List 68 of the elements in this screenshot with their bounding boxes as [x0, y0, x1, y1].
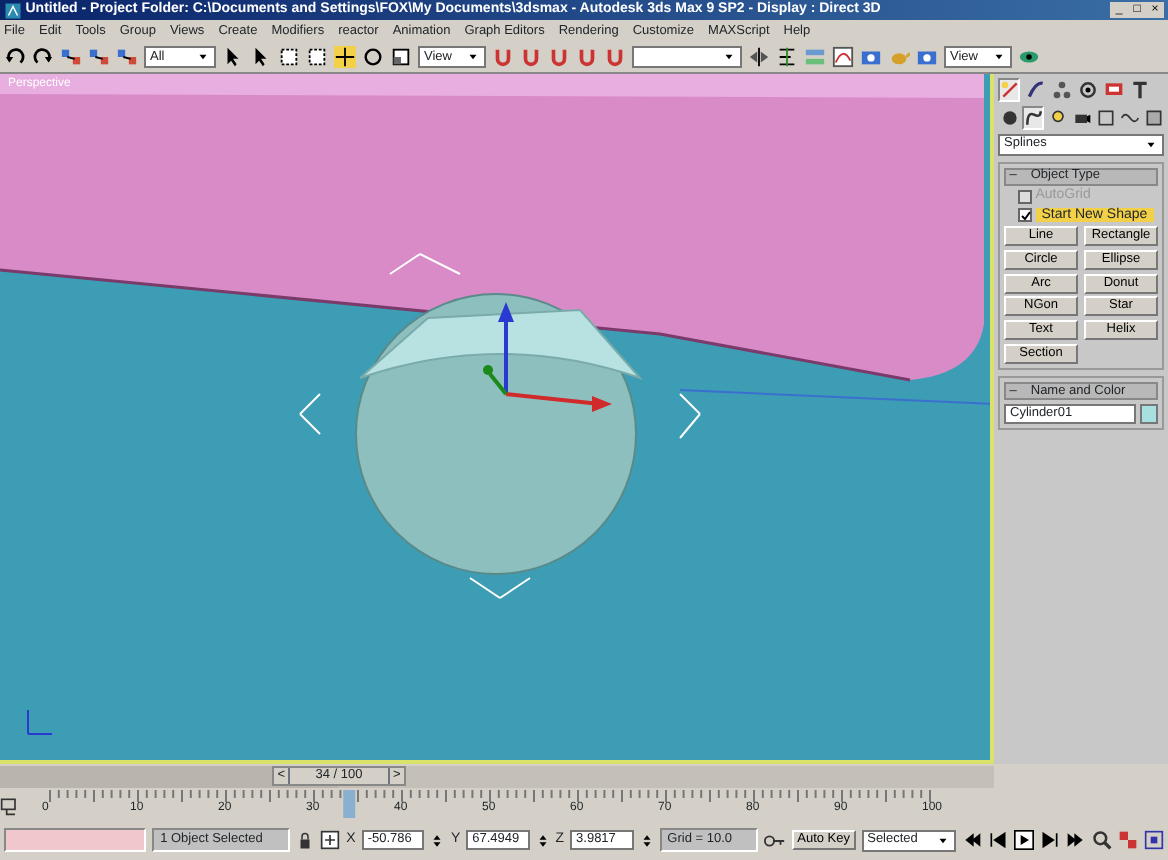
modify-icon	[1025, 80, 1045, 100]
snap-icon[interactable]	[576, 46, 598, 68]
rotate-icon[interactable]	[362, 46, 384, 68]
create-tab[interactable]	[998, 78, 1020, 102]
geometry-tab[interactable]	[998, 105, 1020, 130]
curve-editor-icon[interactable]	[832, 46, 854, 68]
lock-icon[interactable]	[296, 831, 315, 849]
next-frame-icon[interactable]	[1040, 830, 1060, 850]
caret-icon	[466, 50, 480, 64]
hierarchy-tab[interactable]	[1050, 78, 1072, 102]
previous-frame-icon[interactable]	[988, 830, 1008, 850]
track-bar-icon[interactable]	[0, 795, 20, 815]
snap-icon[interactable]	[492, 46, 514, 68]
helpers-tab[interactable]	[1094, 105, 1116, 130]
zoom-icon[interactable]	[1092, 830, 1112, 850]
move-icon[interactable]	[334, 46, 356, 68]
lights-icon	[1047, 107, 1067, 128]
named-selection-field[interactable]	[632, 46, 742, 68]
utilities-tab[interactable]	[1128, 78, 1150, 102]
maxscript-listener-field[interactable]	[4, 828, 147, 852]
mirror-icon[interactable]	[748, 46, 770, 68]
link-icon[interactable]	[88, 46, 110, 68]
redo-icon[interactable]	[32, 46, 54, 68]
modify-tab[interactable]	[1024, 78, 1046, 102]
systems-icon	[1143, 107, 1163, 128]
utilities-icon	[1129, 80, 1149, 100]
spinner-icon[interactable]	[535, 833, 550, 847]
timeline-ruler[interactable]	[49, 790, 931, 803]
link-icon[interactable]	[116, 46, 138, 68]
snap-icon[interactable]	[604, 46, 626, 68]
link-icon[interactable]	[60, 46, 82, 68]
axis-tripod-icon	[27, 709, 53, 735]
caret-icon	[1144, 137, 1158, 151]
caret-icon	[936, 833, 950, 847]
snap-icon[interactable]	[548, 46, 570, 68]
align-icon[interactable]	[776, 46, 798, 68]
create-icon	[999, 80, 1019, 100]
caret-icon	[722, 50, 736, 64]
color-swatch[interactable]	[1140, 403, 1158, 424]
hierarchy-icon	[1051, 80, 1071, 100]
scale-icon[interactable]	[390, 46, 412, 68]
go-to-end-icon[interactable]	[1066, 830, 1086, 850]
snap-icon[interactable]	[520, 46, 542, 68]
shapes-tab[interactable]	[1022, 105, 1044, 130]
go-to-start-icon[interactable]	[962, 830, 982, 850]
zoom-extents-icon[interactable]	[1144, 830, 1164, 850]
geometry-icon	[999, 107, 1019, 128]
helpers-icon	[1095, 107, 1115, 128]
shapes-icon	[1023, 107, 1043, 128]
motion-icon	[1077, 80, 1097, 100]
play-icon[interactable]	[1014, 830, 1034, 850]
cursor-icon[interactable]	[222, 46, 244, 68]
display-icon	[1103, 80, 1123, 100]
caret-icon	[196, 50, 210, 64]
selection-region-icon[interactable]	[306, 46, 328, 68]
check-icon	[1019, 209, 1031, 222]
checkbox[interactable]	[1018, 208, 1032, 223]
undo-icon[interactable]	[4, 46, 26, 68]
absolute-mode-icon[interactable]	[320, 830, 341, 850]
selection-region-icon[interactable]	[278, 46, 300, 68]
current-frame-marker	[343, 790, 356, 818]
spinner-icon[interactable]	[639, 833, 654, 847]
app-icon	[4, 1, 22, 19]
systems-tab[interactable]	[1142, 105, 1164, 130]
motion-tab[interactable]	[1076, 78, 1098, 102]
cursor-icon[interactable]	[250, 46, 272, 68]
caret-icon	[992, 50, 1006, 64]
spinner-icon[interactable]	[430, 833, 445, 847]
